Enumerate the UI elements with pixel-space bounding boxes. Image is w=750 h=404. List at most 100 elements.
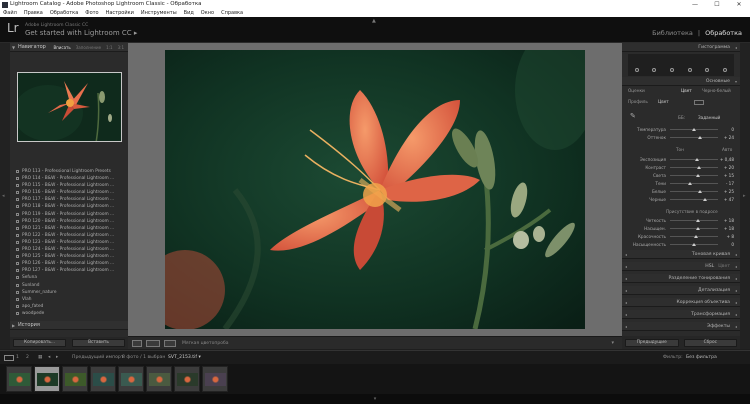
slider-track[interactable] xyxy=(670,189,718,193)
slider-track[interactable] xyxy=(670,157,718,161)
preset-item[interactable]: PRO 126 - B&W - Professional Lightroom .… xyxy=(10,260,128,267)
hsl-color-tab[interactable]: Цвет xyxy=(718,264,730,269)
before-after-icon[interactable] xyxy=(146,340,160,347)
preset-item[interactable]: Summer_nature xyxy=(10,289,128,296)
zoom-1-1[interactable]: 1:1 xyxy=(106,43,112,52)
toolbar-options-icon[interactable]: ▾ xyxy=(611,340,614,346)
slider-track[interactable] xyxy=(670,127,718,131)
spot-removal-icon[interactable] xyxy=(652,68,657,72)
menu-settings[interactable]: Настройки xyxy=(106,9,134,17)
slider-value[interactable]: + 0,48 xyxy=(718,156,734,163)
history-header[interactable]: ▶ История xyxy=(10,321,128,330)
slider-track[interactable] xyxy=(670,181,718,185)
preset-item[interactable]: PRO 118 - B&W - Professional Lightroom .… xyxy=(10,203,128,210)
preset-item[interactable]: PRO 127 - B&W - Professional Lightroom .… xyxy=(10,267,128,274)
profile-value[interactable]: Цвет xyxy=(658,99,669,104)
filmstrip-thumbnail[interactable] xyxy=(62,366,88,392)
slider-knob[interactable] xyxy=(693,234,698,238)
filmstrip-thumbnail[interactable] xyxy=(34,366,60,392)
slider-knob[interactable] xyxy=(697,189,702,193)
main-image-area[interactable] xyxy=(128,43,622,336)
slider-knob[interactable] xyxy=(697,135,702,139)
red-eye-icon[interactable] xyxy=(670,68,675,72)
section-header[interactable]: ◂ Разделение тонирования ◂ xyxy=(622,274,740,283)
menu-develop[interactable]: Обработка xyxy=(50,9,78,17)
menu-view[interactable]: Вид xyxy=(184,9,194,17)
tone-auto-button[interactable]: Авто xyxy=(722,147,732,152)
slider-track[interactable] xyxy=(670,234,718,238)
slider-knob[interactable] xyxy=(688,181,693,185)
reset-button[interactable]: Сброс xyxy=(683,339,737,347)
copy-settings-button[interactable]: Копировать... xyxy=(13,339,66,347)
right-edge-collapse[interactable]: ▸ xyxy=(740,43,750,349)
navigator-preview[interactable] xyxy=(17,72,122,142)
preset-item[interactable]: PRO 120 - B&W - Professional Lightroom .… xyxy=(10,218,128,225)
slider-knob[interactable] xyxy=(695,173,700,177)
bottom-collapse[interactable]: ▾ xyxy=(0,394,750,404)
slider-value[interactable]: + 20 xyxy=(718,164,734,171)
back-arrow-icon[interactable]: ◂ xyxy=(48,355,50,360)
preset-item[interactable]: woodpede xyxy=(10,310,128,317)
preset-item[interactable]: PRO 125 - B&W - Professional Lightroom .… xyxy=(10,253,128,260)
section-header[interactable]: ◂ Эффекты ◂ xyxy=(622,322,740,331)
slider-value[interactable]: + 15 xyxy=(718,172,734,179)
preset-item[interactable]: PRO 124 - B&W - Professional Lightroom .… xyxy=(10,246,128,253)
slider-track[interactable] xyxy=(670,226,718,230)
close-button[interactable]: ✕ xyxy=(728,0,750,9)
slider-value[interactable]: + 8 xyxy=(718,233,734,240)
preset-item[interactable]: PRO 115 - B&W - Professional Lightroom .… xyxy=(10,182,128,189)
filmstrip-thumbnail[interactable] xyxy=(118,366,144,392)
treatment-bw[interactable]: Черно-белый xyxy=(702,88,731,93)
histogram-header[interactable]: Гистограмма ◂ xyxy=(622,43,740,52)
preset-item[interactable]: PRO 123 - B&W - Professional Lightroom .… xyxy=(10,239,128,246)
forward-arrow-icon[interactable]: ▸ xyxy=(56,355,58,360)
filmstrip-thumbnail[interactable] xyxy=(90,366,116,392)
treatment-color[interactable]: Цвет xyxy=(681,88,692,93)
filmstrip-thumbnail[interactable] xyxy=(174,366,200,392)
grid-icon[interactable]: ▦ xyxy=(38,355,42,360)
slider-knob[interactable] xyxy=(694,157,699,161)
adjustment-brush-icon[interactable] xyxy=(723,68,728,72)
preset-item[interactable]: PRO 113 - Professional Lightroom Presets xyxy=(10,168,128,175)
preset-item[interactable]: apo_fated xyxy=(10,303,128,310)
navigator-header[interactable]: ▼ Навигатор Вписать Заполнение 1:1 3:1 xyxy=(10,43,128,52)
preset-item[interactable]: PRO 114 - B&W - Professional Lightroom .… xyxy=(10,175,128,182)
left-edge-collapse[interactable]: ◂ xyxy=(0,43,10,349)
filename[interactable]: SVT_2153.tif ▾ xyxy=(168,355,201,360)
profile-browser-icon[interactable] xyxy=(694,100,704,105)
slider-knob[interactable] xyxy=(696,226,701,230)
soft-proofing-label[interactable]: Мягкая цветопроба xyxy=(182,339,229,348)
slider-value[interactable]: + 18 xyxy=(718,225,734,232)
collapse-top-icon[interactable]: ▲ xyxy=(372,18,376,24)
slider-value[interactable]: + 18 xyxy=(718,217,734,224)
graduated-filter-icon[interactable] xyxy=(687,68,692,72)
filter-value[interactable]: Без фильтра xyxy=(686,355,717,360)
slider-knob[interactable] xyxy=(696,218,701,222)
slider-knob[interactable] xyxy=(692,127,696,131)
preset-item[interactable]: Vlah xyxy=(10,296,128,303)
menu-photo[interactable]: Фото xyxy=(85,9,98,17)
radial-filter-icon[interactable] xyxy=(705,68,710,72)
paste-settings-button[interactable]: Вставить xyxy=(72,339,125,347)
zoom-3-1[interactable]: 3:1 xyxy=(118,43,124,52)
module-develop[interactable]: Обработка xyxy=(705,29,742,37)
maximize-button[interactable]: ☐ xyxy=(706,0,728,9)
slider-value[interactable]: - 17 xyxy=(718,180,734,187)
section-header[interactable]: ◂ HSL Цвет ◂ xyxy=(622,262,740,271)
basic-header[interactable]: Основные ▾ xyxy=(622,77,740,86)
menu-window[interactable]: Окно xyxy=(201,9,214,17)
page-2[interactable]: 2 xyxy=(26,355,29,360)
zoom-fill[interactable]: Заполнение xyxy=(76,43,101,52)
wb-picker-icon[interactable]: ✎ xyxy=(630,112,636,120)
wb-value[interactable]: Заданный xyxy=(698,115,720,120)
slider-knob[interactable] xyxy=(696,165,701,169)
page-1[interactable]: 1 xyxy=(16,355,19,360)
zoom-fit[interactable]: Вписать xyxy=(53,43,70,52)
slider-track[interactable] xyxy=(670,135,718,139)
crop-tool-icon[interactable] xyxy=(634,68,639,72)
filmstrip-thumbnail[interactable] xyxy=(202,366,228,392)
preset-item[interactable]: PRO 116 - B&W - Professional Lightroom .… xyxy=(10,189,128,196)
menu-tools[interactable]: Инструменты xyxy=(141,9,177,17)
slider-value[interactable]: + 24 xyxy=(718,134,734,141)
grid-view-icon[interactable] xyxy=(4,355,14,361)
